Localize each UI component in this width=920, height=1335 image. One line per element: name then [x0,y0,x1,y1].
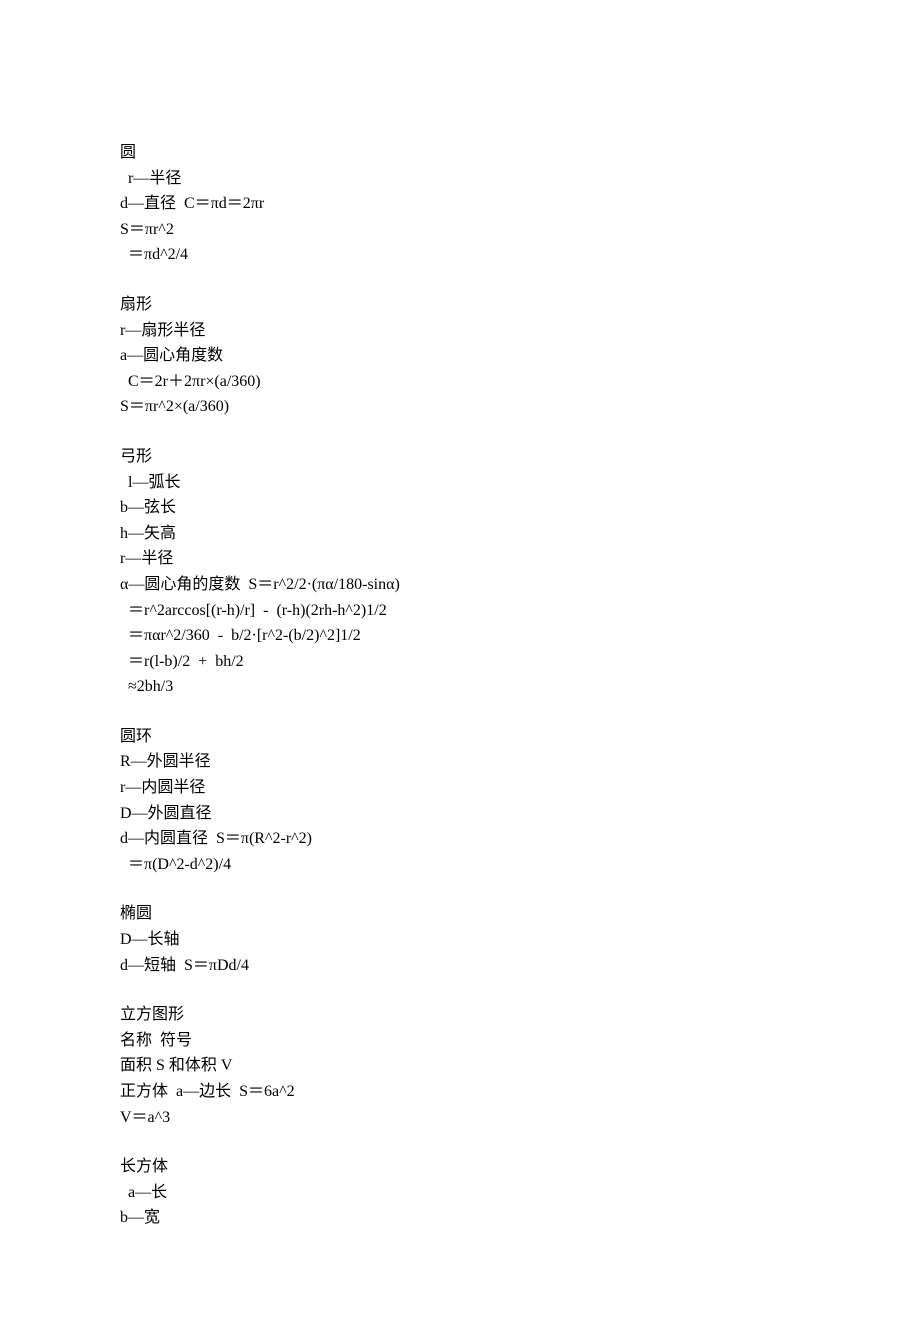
section-cuboid: 长方体 a—长 b—宽 [120,1154,800,1231]
text-line: 椭圆 [120,901,800,927]
text-line: V＝a^3 [120,1105,800,1131]
text-line: l—弧长 [120,470,800,496]
text-line: D—长轴 [120,927,800,953]
section-sector: 扇形 r—扇形半径 a—圆心角度数 C＝2r＋2πr×(a/360) S＝πr^… [120,292,800,420]
text-line: ＝πd^2/4 [120,242,800,268]
text-line: R—外圆半径 [120,749,800,775]
section-annulus: 圆环 R—外圆半径 r—内圆半径 D—外圆直径 d—内圆直径 S＝π(R^2-r… [120,724,800,878]
text-line: 圆 [120,140,800,166]
text-line: 面积 S 和体积 V [120,1053,800,1079]
text-line: S＝πr^2 [120,217,800,243]
text-line: ＝r(l-b)/2 + bh/2 [120,649,800,675]
text-line: C＝2r＋2πr×(a/360) [120,369,800,395]
text-line: S＝πr^2×(a/360) [120,394,800,420]
section-solids-header: 立方图形 名称 符号 面积 S 和体积 V 正方体 a—边长 S＝6a^2 V＝… [120,1002,800,1130]
text-line: ＝παr^2/360 - b/2·[r^2-(b/2)^2]1/2 [120,623,800,649]
text-line: d—直径 C＝πd＝2πr [120,191,800,217]
section-circle: 圆 r—半径 d—直径 C＝πd＝2πr S＝πr^2 ＝πd^2/4 [120,140,800,268]
text-line: b—弦长 [120,495,800,521]
text-line: D—外圆直径 [120,801,800,827]
text-line: 弓形 [120,444,800,470]
text-line: 正方体 a—边长 S＝6a^2 [120,1079,800,1105]
text-line: 长方体 [120,1154,800,1180]
text-line: r—扇形半径 [120,318,800,344]
text-line: a—圆心角度数 [120,343,800,369]
text-line: r—半径 [120,166,800,192]
text-line: 名称 符号 [120,1028,800,1054]
text-line: a—长 [120,1180,800,1206]
text-line: d—短轴 S＝πDd/4 [120,953,800,979]
text-line: 圆环 [120,724,800,750]
section-segment: 弓形 l—弧长 b—弦长 h—矢高 r—半径 α—圆心角的度数 S＝r^2/2·… [120,444,800,700]
text-line: 立方图形 [120,1002,800,1028]
text-line: r—内圆半径 [120,775,800,801]
document-page: 圆 r—半径 d—直径 C＝πd＝2πr S＝πr^2 ＝πd^2/4 扇形 r… [0,0,920,1335]
text-line: ≈2bh/3 [120,674,800,700]
text-line: h—矢高 [120,521,800,547]
text-line: ＝r^2arccos[(r-h)/r] - (r-h)(2rh-h^2)1/2 [120,598,800,624]
text-line: 扇形 [120,292,800,318]
text-line: d—内圆直径 S＝π(R^2-r^2) [120,826,800,852]
section-ellipse: 椭圆 D—长轴 d—短轴 S＝πDd/4 [120,901,800,978]
text-line: ＝π(D^2-d^2)/4 [120,852,800,878]
text-line: r—半径 [120,546,800,572]
text-line: b—宽 [120,1205,800,1231]
text-line: α—圆心角的度数 S＝r^2/2·(πα/180-sinα) [120,572,800,598]
